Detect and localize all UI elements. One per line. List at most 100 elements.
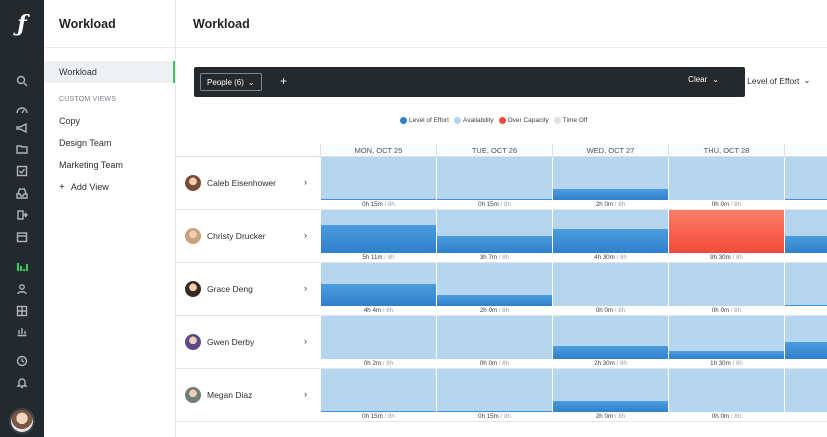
over-capacity-bar <box>669 210 784 253</box>
chevron-right-icon[interactable]: › <box>304 177 307 187</box>
day-header: FRI <box>784 144 827 157</box>
person-cell[interactable]: Grace Deng › <box>176 263 320 316</box>
effort-bar <box>437 236 552 253</box>
day-cell[interactable]: 0h 0m / 8h <box>436 316 552 369</box>
person-icon[interactable] <box>0 280 44 298</box>
day-cell[interactable]: 2h 0m / 8h <box>552 369 668 422</box>
availability-area <box>437 316 552 359</box>
export-icon[interactable] <box>0 206 44 224</box>
day-cell[interactable]: 0h / 8h <box>784 263 827 316</box>
add-view-label: Add View <box>70 182 109 192</box>
clock-icon[interactable] <box>0 352 44 370</box>
hours-label: 3h / 8h <box>785 253 827 263</box>
day-cell[interactable]: 0h 0m / 8h <box>668 157 784 210</box>
avatar <box>185 228 201 244</box>
hours-label: 0h 0m / 8h <box>669 306 784 316</box>
sidebar-item-copy[interactable]: Copy <box>44 110 175 132</box>
capacity-value: / 8h <box>732 254 743 261</box>
day-cell[interactable]: 4h 4m / 8h <box>320 263 436 316</box>
add-filter-button[interactable]: + <box>280 74 287 88</box>
add-view-button[interactable]: + Add View <box>44 176 175 198</box>
availability-area <box>437 263 552 306</box>
hours-label: 4h 4m / 8h <box>321 306 436 316</box>
sidebar-item-design-team[interactable]: Design Team <box>44 132 175 154</box>
clear-button[interactable]: Clear ⌄ <box>688 75 719 84</box>
hours-value: 2h 0m <box>479 307 498 314</box>
legend-label: Level of Effort <box>409 117 449 124</box>
hours-label: 0h 0m / 8h <box>669 412 784 422</box>
chevron-right-icon[interactable]: › <box>304 230 307 240</box>
hours-label: 2h 30m / 8h <box>553 359 668 369</box>
inbox-icon[interactable] <box>0 184 44 202</box>
day-cell[interactable]: 3h / 8h <box>784 316 827 369</box>
person-cell[interactable]: Christy Drucker › <box>176 210 320 263</box>
day-cell[interactable]: 0h 15m / 8h <box>320 369 436 422</box>
bell-icon[interactable] <box>0 374 44 392</box>
level-of-effort-menu[interactable]: ⇲ Level of Effort ⌄ <box>736 75 811 86</box>
chevron-right-icon[interactable]: › <box>304 283 307 293</box>
hours-value: 0h 2m <box>363 360 382 367</box>
day-cell[interactable]: 0h 15m / 8h <box>436 157 552 210</box>
day-cell[interactable]: 0h 0m / 8h <box>552 263 668 316</box>
day-cell[interactable]: 9h 30m / 8h <box>668 210 784 263</box>
capacity-value: / 8h <box>498 360 510 367</box>
day-cell[interactable]: 0h 0m / 8h <box>668 369 784 422</box>
user-avatar[interactable] <box>9 408 35 434</box>
availability-area <box>321 263 436 306</box>
day-cell[interactable]: 0h / 8h <box>784 369 827 422</box>
hours-value: 1h 30m <box>710 360 731 367</box>
megaphone-icon[interactable] <box>0 119 44 137</box>
day-cell[interactable]: 0h 0m / 8h <box>668 263 784 316</box>
day-cell[interactable]: 3h / 8h <box>784 210 827 263</box>
capacity-value: / 8h <box>616 254 627 261</box>
checkbox-icon[interactable] <box>0 162 44 180</box>
day-cell[interactable]: 1h 30m / 8h <box>668 316 784 369</box>
day-cell[interactable]: 4h 30m / 8h <box>552 210 668 263</box>
availability-area <box>669 316 784 359</box>
people-filter-button[interactable]: People (6) ⌄ <box>200 73 262 91</box>
person-cell[interactable]: Gwen Derby › <box>176 316 320 369</box>
person-name: Christy Drucker <box>207 231 266 241</box>
search-icon[interactable] <box>0 72 44 90</box>
person-row: Christy Drucker › 5h 11m / 8h 3h 7m / 8h 4h … <box>176 210 827 263</box>
sidebar-item-workload[interactable]: Workload <box>44 61 175 83</box>
day-cell[interactable]: 2h 30m / 8h <box>552 316 668 369</box>
capacity-value: / 8h <box>384 254 395 261</box>
day-cell[interactable]: 3h 7m / 8h <box>436 210 552 263</box>
person-name: Megan Diaz <box>207 390 253 400</box>
day-cell[interactable]: 0h 15m / 8h <box>320 157 436 210</box>
person-row: Megan Diaz › 0h 15m / 8h 0h 15m / 8h 2h 0m /… <box>176 369 827 422</box>
legend: Level of Effort Availability Over Capacity… <box>400 117 587 124</box>
folder-icon[interactable] <box>0 140 44 158</box>
availability-area <box>785 263 827 306</box>
day-cell[interactable]: 2h 0m / 8h <box>436 263 552 316</box>
day-cell[interactable]: 0h 2m / 8h <box>320 316 436 369</box>
capacity-value: / 8h <box>614 413 626 420</box>
person-cell[interactable]: Caleb Eisenhower › <box>176 157 320 210</box>
chevron-right-icon[interactable]: › <box>304 336 307 346</box>
day-cell[interactable]: 0h / 8h <box>784 157 827 210</box>
board-icon[interactable] <box>0 302 44 320</box>
sidebar-title: Workload <box>44 0 175 48</box>
day-cell[interactable]: 5h 11m / 8h <box>320 210 436 263</box>
logo[interactable]: ƒ <box>0 0 44 48</box>
calendar-icon[interactable] <box>0 228 44 246</box>
chevron-right-icon[interactable]: › <box>304 389 307 399</box>
effort-bar <box>553 229 668 253</box>
sidebar-item-marketing-team[interactable]: Marketing Team <box>44 154 175 176</box>
dashboard-icon[interactable] <box>0 101 44 119</box>
person-cell[interactable]: Megan Diaz › <box>176 369 320 422</box>
legend-item: Time Off <box>553 117 587 124</box>
main-panel: Workload People (6) ⌄ + Clear ⌄ ⇲ Level … <box>176 0 827 437</box>
day-cell[interactable]: 2h 0m / 8h <box>552 157 668 210</box>
capacity-value: / 8h <box>500 201 511 208</box>
chart-icon[interactable] <box>0 322 44 340</box>
hours-label: 3h 7m / 8h <box>437 253 552 263</box>
day-cell[interactable]: 0h 15m / 8h <box>436 369 552 422</box>
availability-area <box>321 316 436 359</box>
workload-icon[interactable] <box>0 258 44 276</box>
app: ƒ Workload Workload CUSTOM VIEWS Copy De… <box>0 0 827 437</box>
chevron-down-icon: ⌄ <box>247 77 255 87</box>
hours-label: 0h 0m / 8h <box>553 306 668 316</box>
hours-value: 0h 0m <box>711 307 730 314</box>
